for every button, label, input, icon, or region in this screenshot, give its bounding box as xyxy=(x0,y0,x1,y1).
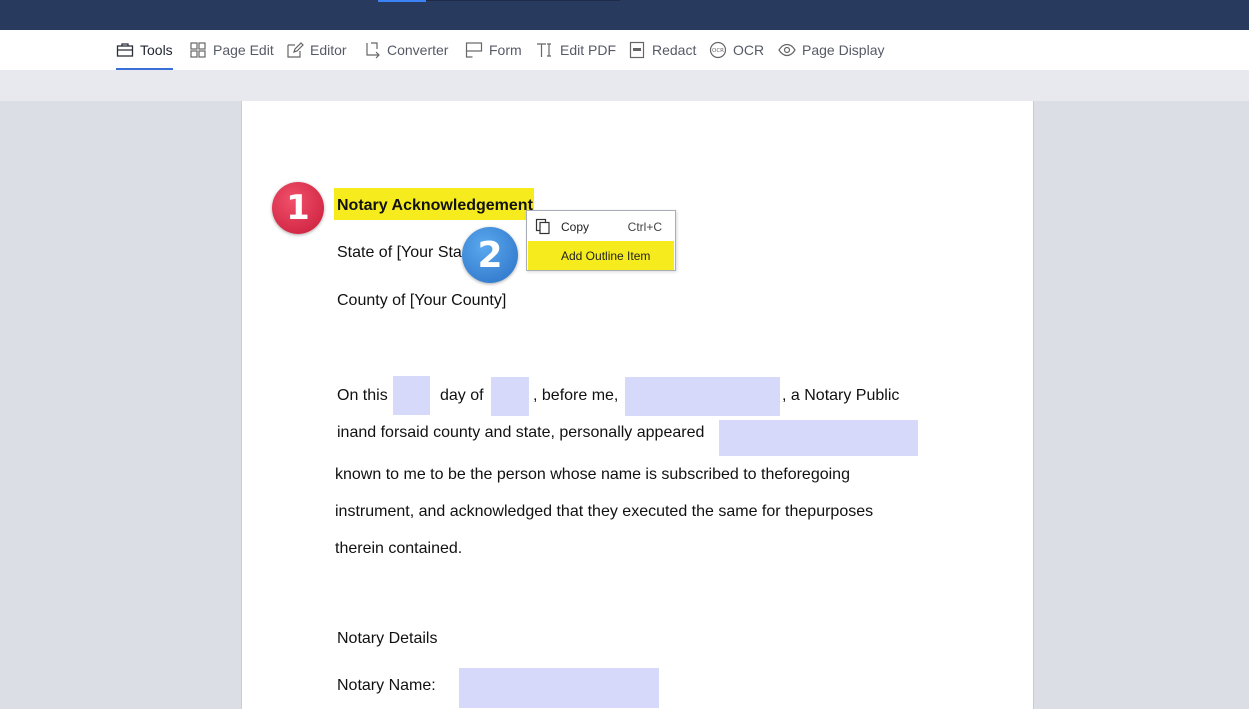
document-title[interactable]: Notary Acknowledgement xyxy=(337,197,533,215)
tab-editor[interactable]: Editor xyxy=(286,30,347,70)
context-menu: Copy Ctrl+C Add Outline Item xyxy=(526,210,676,271)
copy-shortcut: Ctrl+C xyxy=(627,219,662,234)
tab-page-edit[interactable]: Page Edit xyxy=(189,30,274,70)
step-1-badge: 1 xyxy=(272,182,324,234)
form-icon xyxy=(465,42,483,58)
day-of-text: day of xyxy=(440,387,484,404)
redact-icon xyxy=(629,41,645,59)
notary-name-field[interactable] xyxy=(459,668,659,708)
tab-label: Form xyxy=(489,42,522,58)
text-cursor-icon xyxy=(537,43,551,57)
add-outline-label: Add Outline Item xyxy=(561,248,651,263)
tab-redact[interactable]: Redact xyxy=(628,30,696,70)
ocr-icon: OCR xyxy=(709,41,727,59)
tab-divider xyxy=(426,0,620,1)
tab-page-display[interactable]: Page Display xyxy=(778,30,885,70)
title-bar xyxy=(0,0,1249,30)
tab-label: Page Display xyxy=(802,42,885,58)
before-me-text: , before me, xyxy=(533,387,619,404)
body-line-5: therein contained. xyxy=(335,540,463,557)
tab-accent xyxy=(378,0,426,2)
notary-name-label: Notary Name: xyxy=(337,677,436,694)
body-line-4: instrument, and acknowledged that they e… xyxy=(335,503,874,520)
grid-icon xyxy=(190,42,206,58)
main-toolbar: Tools Page Edit Editor Converter Form Ed… xyxy=(0,30,1249,70)
tab-label: Edit PDF xyxy=(560,42,617,58)
county-line: County of [Your County] xyxy=(337,292,507,309)
day-field[interactable] xyxy=(393,376,430,415)
tab-ocr[interactable]: OCR OCR xyxy=(709,30,764,70)
step-2-badge: 2 xyxy=(462,227,518,283)
tab-label: Redact xyxy=(652,42,697,58)
add-outline-item-menu-item[interactable]: Add Outline Item xyxy=(528,241,674,270)
notary-details-heading: Notary Details xyxy=(337,630,438,647)
tab-form[interactable]: Form xyxy=(465,30,522,70)
tab-label: Converter xyxy=(387,42,449,58)
tab-converter[interactable]: Converter xyxy=(363,30,448,70)
month-field[interactable] xyxy=(491,377,529,416)
tab-label: OCR xyxy=(733,42,765,58)
tab-label: Page Edit xyxy=(213,42,274,58)
on-this-text: On this xyxy=(337,387,388,404)
eye-icon xyxy=(778,43,796,57)
copy-label: Copy xyxy=(561,219,590,234)
tab-label: Tools xyxy=(140,42,173,58)
notary-field[interactable] xyxy=(625,377,780,416)
secondary-toolbar xyxy=(0,70,1249,101)
edit-icon xyxy=(287,42,304,58)
copy-icon xyxy=(535,218,550,235)
tab-label: Editor xyxy=(310,42,347,58)
convert-icon xyxy=(366,42,380,59)
tab-tools[interactable]: Tools xyxy=(116,30,173,70)
toolbox-icon xyxy=(116,43,134,57)
copy-menu-item[interactable]: Copy Ctrl+C xyxy=(528,212,674,241)
appeared-line: inand forsaid county and state, personal… xyxy=(337,424,705,441)
tab-edit-pdf[interactable]: Edit PDF xyxy=(536,30,616,70)
notary-public-text: , a Notary Public xyxy=(782,387,900,404)
state-line: State of [Your Sta xyxy=(337,244,462,261)
svg-text:OCR: OCR xyxy=(712,48,724,54)
body-line-3: known to me to be the person whose name … xyxy=(335,466,850,483)
person-field[interactable] xyxy=(719,420,918,456)
